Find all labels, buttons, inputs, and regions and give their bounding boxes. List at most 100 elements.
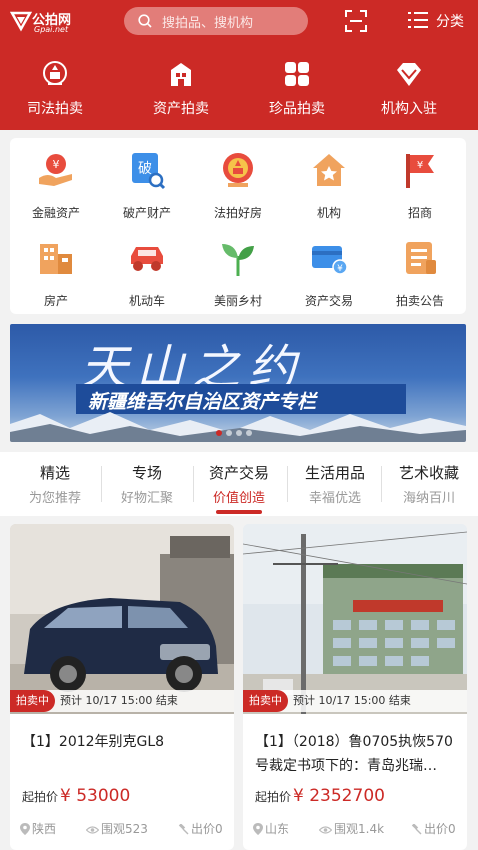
category-tabs: 精选 为您推荐 专场 好物汇聚 资产交易 价值创造 生活用品 幸福优选 艺术收藏… [0,452,478,516]
promo-banner[interactable]: 天山之约 新疆维吾尔自治区资产专栏 [10,324,466,442]
start-price: 起拍价 ¥ 53000 [22,786,130,806]
auction-card[interactable]: 预计 10/17 15:00 结束 拍卖中 【1】（2018）鲁0705执恢57… [243,524,467,850]
scan-icon[interactable] [345,10,367,32]
price-label: 起拍价 [22,790,59,804]
tab-title: 专场 [131,464,162,482]
carousel-dot[interactable] [216,430,222,436]
carousel-dot[interactable] [226,430,232,436]
location-pin-icon [253,823,263,835]
sprout-icon [222,244,254,276]
nav-label: 司法拍卖 [27,101,83,117]
category-label: 分类 [436,14,464,30]
grid-squares-icon [285,62,309,86]
location-pin-icon [20,823,30,835]
tab-subtitle: 好物汇聚 [120,491,173,506]
category-label: 拍卖公告 [395,294,444,308]
tab-subtitle: 幸福优选 [308,491,361,506]
logo[interactable]: 公拍网 Gpai.net [10,6,90,36]
gavel-icon [411,823,422,835]
carousel-dot[interactable] [246,430,252,436]
search-placeholder: 搜拍品、搜机构 [162,16,254,31]
card-title: 【1】2012年别克GL8 [22,734,165,750]
card-meta: 山东 围观1.4k 出价0 [253,820,463,838]
category-label: 金融资产 [31,206,80,220]
header: 公拍网 Gpai.net 搜拍品、搜机构 分类 司法拍卖 资产拍卖 珍品拍卖 机… [0,0,478,130]
price-label: 起拍价 [255,790,292,804]
mountain-illustration [10,412,466,442]
category-label: 美丽乡村 [213,294,262,308]
court-emblem-icon [43,61,67,85]
tab-subtitle: 海纳百川 [402,491,455,506]
category-investment[interactable]: ¥ 招商 [375,142,465,228]
auction-card[interactable]: 预计 10/17 15:00 结束 拍卖中 【1】2012年别克GL8 起拍价 ¥… [10,524,234,850]
tab-title: 生活用品 [304,464,365,482]
category-real-estate[interactable]: 房产 [11,230,101,316]
card-meta: 陕西 围观523 出价0 [20,820,230,838]
nav-label: 机构入驻 [381,101,437,117]
view-count: 围观523 [85,820,148,837]
flag-icon: ¥ [406,154,434,188]
svg-text:破: 破 [138,161,152,177]
tab-subtitle: 价值创造 [212,491,265,506]
nav-institution-join[interactable]: 机构入驻 [354,54,464,124]
tab-title: 精选 [39,464,70,482]
location: 山东 [253,820,289,837]
end-time: 预计 10/17 15:00 结束 [293,694,411,707]
card-title: 【1】（2018）鲁0705执恢570号裁定书项下的：青岛兆瑞… [255,734,453,774]
svg-text:¥: ¥ [417,160,423,171]
category-button[interactable]: 分类 [408,9,470,33]
tab-title: 资产交易 [208,464,269,482]
category-asset-trade[interactable]: ¥ 资产交易 [284,230,374,316]
category-label: 法拍好房 [213,206,262,220]
court-emblem-icon [223,153,253,187]
category-vehicle[interactable]: 机动车 [102,230,192,316]
nav-asset-auction[interactable]: 资产拍卖 [126,54,236,124]
nav-treasure-auction[interactable]: 珍品拍卖 [242,54,352,124]
category-label: 机构 [316,206,341,220]
category-label: 破产财产 [122,206,171,220]
tab-daily-goods[interactable]: 生活用品 幸福优选 [288,460,382,512]
price-value: ¥ 53000 [60,786,131,806]
svg-text:¥: ¥ [53,158,60,171]
end-time: 预计 10/17 15:00 结束 [60,694,178,707]
category-auction-notice[interactable]: 拍卖公告 [375,230,465,316]
category-label: 房产 [43,294,68,308]
car-icon [131,247,163,271]
tab-asset-trade[interactable]: 资产交易 价值创造 [192,460,286,514]
car-photo [10,524,234,714]
bid-count: 出价0 [411,820,456,837]
tab-subtitle: 为您推荐 [28,491,81,506]
svg-text:¥: ¥ [337,264,343,274]
carousel-dot[interactable] [236,430,242,436]
tab-featured[interactable]: 精选 为您推荐 [8,460,102,512]
status-badge: 拍卖中 [243,690,288,712]
money-hand-icon: ¥ [39,154,72,186]
nav-label: 珍品拍卖 [269,101,325,117]
eye-icon [318,826,333,834]
house-star-icon [313,154,345,186]
logo-domain: Gpai.net [34,25,69,34]
building-icon [171,63,191,86]
search-input[interactable]: 搜拍品、搜机构 [124,7,308,35]
category-label: 机动车 [128,294,165,308]
notice-icon [406,242,436,274]
price-value: ¥ 2352700 [293,786,385,806]
building-photo [243,524,467,714]
category-institution[interactable]: 机构 [284,142,374,228]
category-label: 招商 [407,206,432,220]
tab-art-collection[interactable]: 艺术收藏 海纳百川 [382,460,476,512]
tab-title: 艺术收藏 [398,464,459,482]
tab-special[interactable]: 专场 好物汇聚 [100,460,194,512]
category-bankruptcy[interactable]: 破 破产财产 [102,142,192,228]
nav-label: 资产拍卖 [153,101,209,117]
category-financial-assets[interactable]: ¥ 金融资产 [11,142,101,228]
view-count: 围观1.4k [318,820,384,837]
search-icon [138,14,152,28]
category-label: 资产交易 [304,294,353,308]
nav-judicial-auction[interactable]: 司法拍卖 [0,54,110,124]
category-beautiful-village[interactable]: 美丽乡村 [193,230,283,316]
bid-count: 出价0 [178,820,223,837]
location: 陕西 [20,820,56,837]
buildings-icon [40,244,72,274]
category-court-house[interactable]: 法拍好房 [193,142,283,228]
